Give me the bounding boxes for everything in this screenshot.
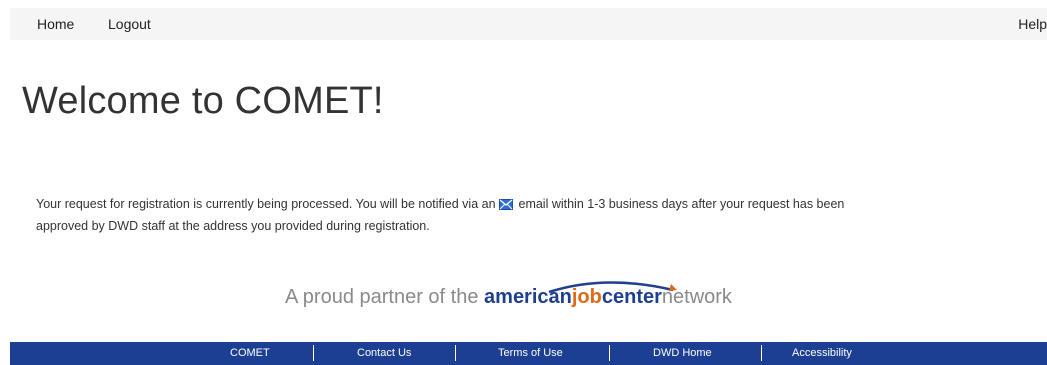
footer-divider bbox=[761, 345, 762, 361]
ajc-center: center bbox=[601, 286, 662, 308]
registration-message: Your request for registration is current… bbox=[36, 194, 876, 236]
nav-help-link[interactable]: Help bbox=[1018, 16, 1047, 32]
mail-icon bbox=[499, 196, 514, 216]
message-text-1: Your request for registration is current… bbox=[36, 197, 500, 211]
ajc-network: network bbox=[661, 286, 732, 308]
ajc-american: american bbox=[484, 286, 572, 308]
top-nav: Home Logout Help bbox=[10, 8, 1047, 40]
footer-link-dwd-home[interactable]: DWD Home bbox=[653, 347, 712, 359]
ajc-partner-banner: A proud partner of the americanjobcenter… bbox=[0, 278, 1047, 318]
footer-divider bbox=[313, 345, 314, 361]
ajc-partner-text: A proud partner of the americanjobcenter… bbox=[285, 286, 732, 309]
footer-bar: COMET Contact Us Terms of Use DWD Home A… bbox=[10, 342, 1047, 365]
footer-divider bbox=[609, 345, 610, 361]
page-title: Welcome to COMET! bbox=[22, 80, 384, 122]
footer-link-comet[interactable]: COMET bbox=[230, 347, 270, 359]
ajc-job: job bbox=[571, 286, 602, 308]
ajc-prefix: A proud partner of the bbox=[285, 286, 485, 308]
footer-link-terms-of-use[interactable]: Terms of Use bbox=[498, 347, 563, 359]
page: Home Logout Help Welcome to COMET! Your … bbox=[0, 0, 1047, 365]
nav-home-link[interactable]: Home bbox=[37, 16, 74, 32]
footer-link-contact-us[interactable]: Contact Us bbox=[357, 347, 411, 359]
nav-logout-link[interactable]: Logout bbox=[108, 16, 151, 32]
footer-link-accessibility[interactable]: Accessibility bbox=[792, 347, 852, 359]
footer-divider bbox=[455, 345, 456, 361]
